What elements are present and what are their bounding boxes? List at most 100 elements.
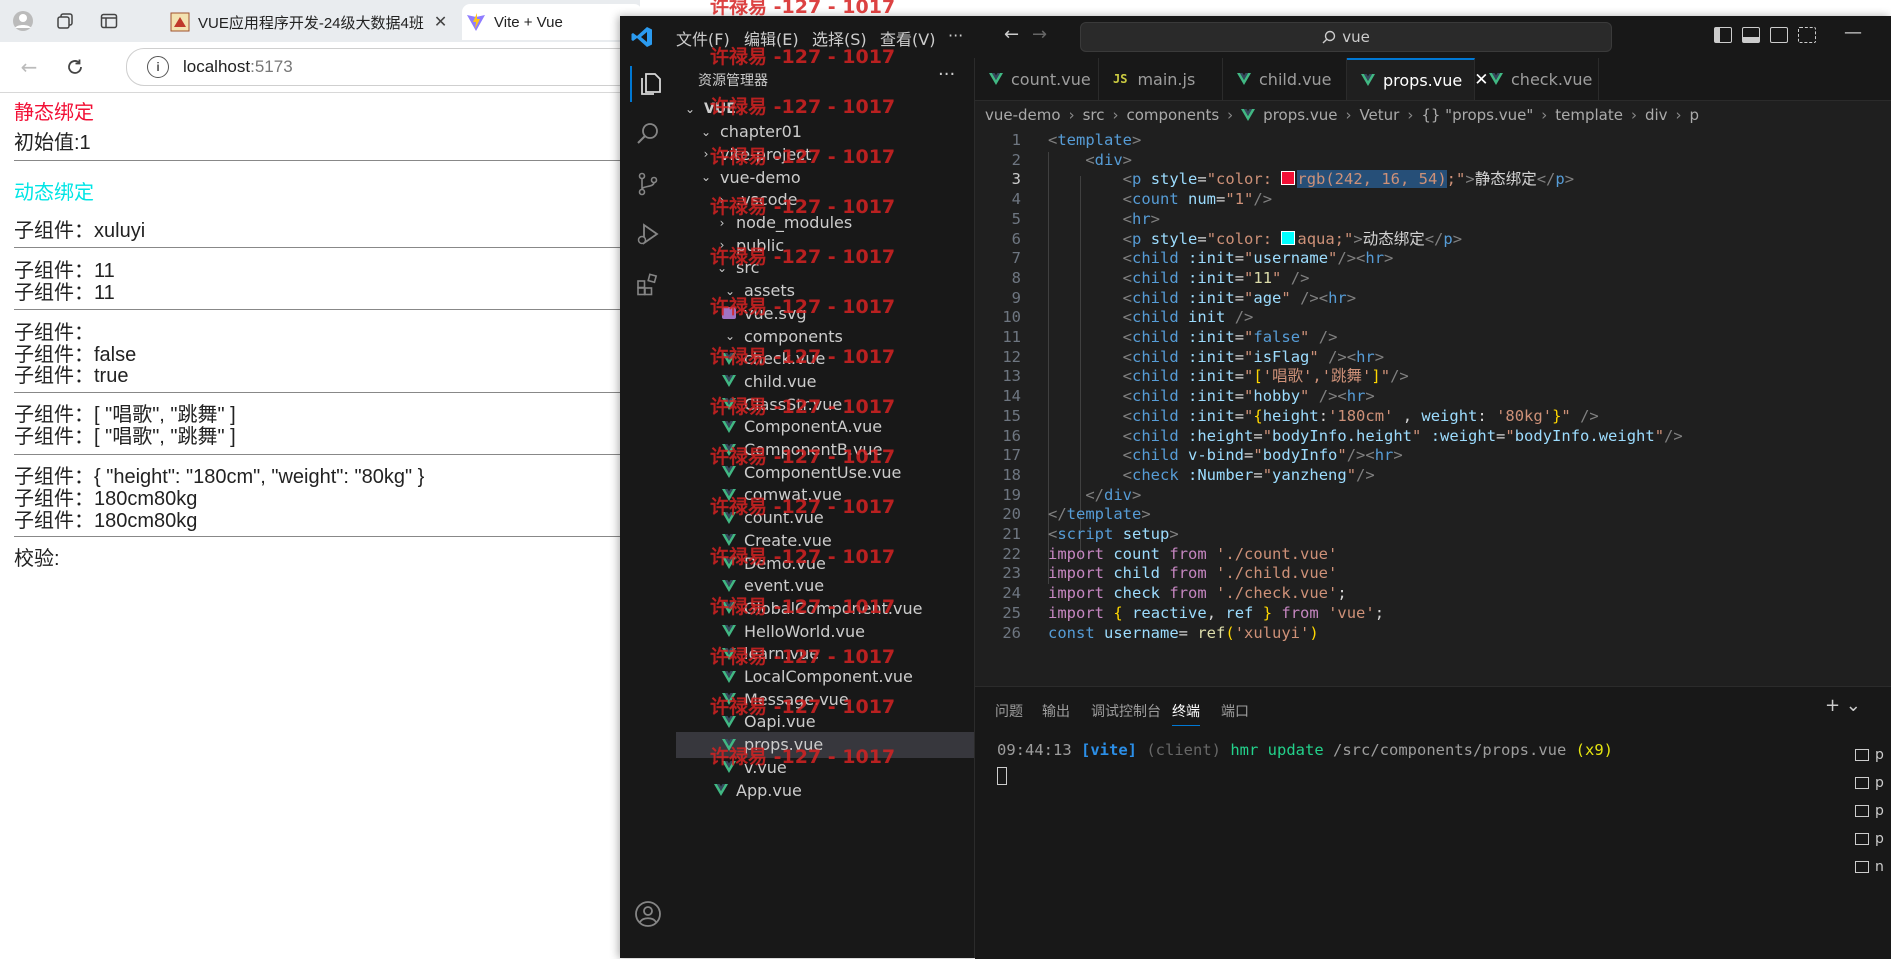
terminal-instance[interactable]: p (1847, 797, 1891, 825)
explorer-icon[interactable] (630, 66, 668, 102)
terminal-instance[interactable]: p (1847, 769, 1891, 797)
address-bar[interactable]: i localhost:5173 (126, 48, 668, 86)
code-token: age (1253, 288, 1282, 307)
code-token: from (1169, 564, 1207, 583)
run-debug-icon[interactable] (630, 216, 666, 252)
panel-tab-ports[interactable]: 端口 (1221, 701, 1249, 721)
toggle-panel-icon[interactable] (1742, 27, 1760, 43)
breadcrumb-item[interactable]: div (1645, 106, 1668, 124)
bottom-panel: 问题 输出 调试控制台 终端 端口 + ⌄ 09:44:13 [vite] (c… (975, 686, 1891, 959)
reload-icon[interactable] (60, 52, 90, 82)
editor-tab[interactable]: props.vue ✕ (1347, 58, 1488, 100)
divider (14, 160, 640, 161)
color-swatch-icon (1281, 230, 1296, 245)
editor-tab[interactable]: child.vue (1223, 58, 1347, 100)
customize-layout-icon[interactable] (1798, 27, 1816, 43)
extensions-icon[interactable] (630, 266, 666, 302)
minimize-icon[interactable]: — (1844, 22, 1862, 43)
editor-tab[interactable]: JS main.js (1099, 58, 1223, 100)
terminal-instance[interactable]: p (1847, 825, 1891, 853)
panel-tab-terminal[interactable]: 终端 (1172, 701, 1200, 726)
code-token: :init (1188, 406, 1235, 425)
tab-actions-icon[interactable] (96, 8, 122, 34)
code-token: v-bind (1188, 446, 1245, 465)
search-view-icon[interactable] (630, 116, 666, 152)
breadcrumb-item[interactable]: template (1555, 106, 1623, 124)
toggle-sidebar-icon[interactable] (1714, 27, 1732, 43)
browser-tab-vite[interactable]: Vite + Vue (462, 4, 642, 40)
code-token: username (1253, 249, 1329, 268)
code-token: bodyInfo.weight (1514, 426, 1655, 445)
breadcrumb-item[interactable]: Vetur (1359, 106, 1399, 124)
back-arrow-icon[interactable]: ← (14, 52, 44, 82)
explorer-more-icon[interactable]: ··· (938, 64, 955, 85)
breadcrumb-item[interactable]: props.vue (1263, 106, 1337, 124)
code-token: </ (1048, 505, 1067, 524)
code-token: = (1197, 229, 1207, 248)
browser-tab-course[interactable]: VUE应用程序开发-24级大数据4班 ✕ (166, 4, 458, 40)
code-token: " (1253, 446, 1263, 465)
code-token: child (1132, 426, 1179, 445)
panel-tab-problems[interactable]: 问题 (995, 701, 1023, 721)
code-token: < (1122, 446, 1132, 465)
source-control-icon[interactable] (630, 166, 666, 202)
panel-tab-output[interactable]: 输出 (1042, 701, 1070, 721)
command-center-text: vue (1342, 28, 1370, 46)
tree-file[interactable]: App.vue (676, 777, 974, 803)
code-token: [ (1253, 367, 1263, 386)
toggle-secondary-sidebar-icon[interactable] (1770, 27, 1788, 43)
site-info-icon[interactable]: i (147, 56, 169, 78)
code-token: = (1234, 288, 1245, 307)
breadcrumb-item[interactable]: {} "props.vue" (1421, 106, 1533, 124)
vscode-logo-icon (631, 27, 652, 47)
menu-edit[interactable]: 编辑(E) (744, 26, 799, 50)
menu-view[interactable]: 查看(V) (880, 26, 935, 50)
tree-item-label: Demo.vue (744, 553, 826, 573)
code-token: < (1122, 190, 1132, 209)
code-token: height (1262, 406, 1319, 425)
terminal-instance[interactable]: n (1847, 853, 1891, 881)
new-terminal-icon[interactable]: + ⌄ (1825, 695, 1861, 716)
breadcrumb-item[interactable]: vue-demo (985, 106, 1061, 124)
nav-forward-icon[interactable]: → (1032, 24, 1047, 45)
tree-item-label: ComponentA.vue (744, 417, 883, 437)
menu-more[interactable]: ··· (948, 26, 963, 45)
menu-file[interactable]: 文件(F) (676, 26, 730, 50)
breadcrumb-item[interactable]: p (1690, 106, 1700, 124)
code-token: > (1122, 150, 1133, 169)
code-token: ) (1309, 623, 1319, 642)
code-token: , (1393, 406, 1422, 425)
code-editor[interactable]: 1 <template> 2 <div> 3 <p style="color: rgb… (975, 128, 1891, 688)
account-icon[interactable] (630, 896, 666, 932)
command-center-search[interactable]: vue (1080, 22, 1612, 52)
chevron-down-icon: ⌄ (724, 283, 736, 298)
code-token: hr (1346, 387, 1366, 406)
terminal-cursor (997, 767, 1007, 785)
code-token: :init (1188, 268, 1235, 287)
code-token: } (1262, 603, 1273, 622)
terminal-instance[interactable]: p (1847, 741, 1891, 769)
code-token: from (1281, 603, 1319, 622)
code-token: aqua;" (1297, 229, 1354, 248)
code-token: " (1244, 288, 1254, 307)
panel-tab-debug-console[interactable]: 调试控制台 (1091, 701, 1161, 721)
close-tab-icon[interactable]: ✕ (434, 12, 447, 32)
tree-item-label: chapter01 (720, 122, 802, 142)
menu-selection[interactable]: 选择(S) (812, 26, 867, 50)
editor-tab[interactable]: count.vue (975, 58, 1099, 100)
vue-file-icon (989, 73, 1003, 85)
tree-item-label: VUE (704, 101, 736, 117)
code-token: " (1328, 249, 1338, 268)
profile-icon[interactable] (10, 8, 36, 34)
breadcrumb-item[interactable]: components (1126, 106, 1219, 124)
editor-tab[interactable]: check.vue (1475, 58, 1599, 100)
workspaces-icon[interactable] (52, 8, 78, 34)
vscode-window: 文件(F) 编辑(E) 选择(S) 查看(V) ··· ← → vue — 资源… (620, 16, 1891, 959)
breadcrumb-item[interactable]: src (1083, 106, 1105, 124)
code-token: < (1122, 268, 1132, 287)
nav-back-icon[interactable]: ← (1004, 24, 1019, 45)
